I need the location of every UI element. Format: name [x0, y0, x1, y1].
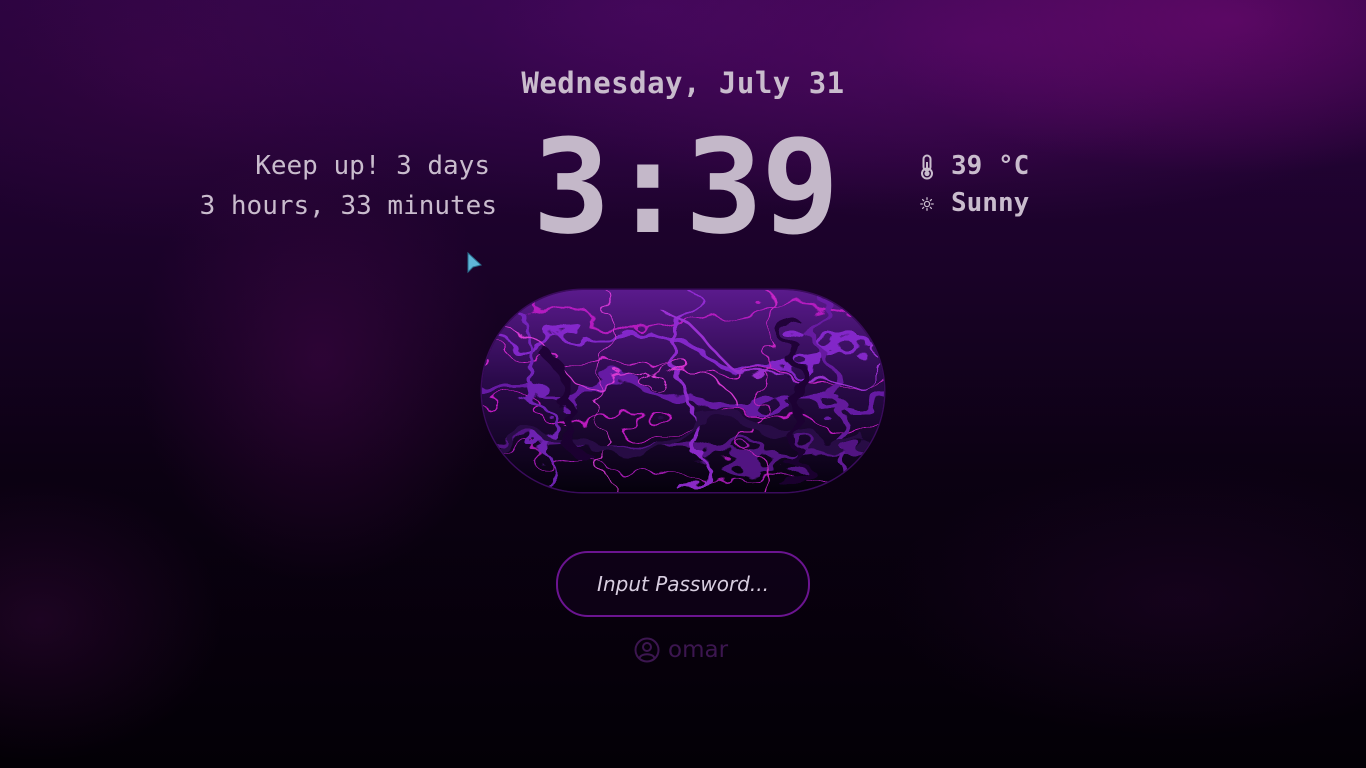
profile-art-image: [482, 290, 884, 492]
temperature-row: 39 °C: [916, 148, 1029, 185]
uptime-widget: Keep up! 3 days 3 hours, 33 minutes: [200, 146, 497, 226]
username: omar: [668, 637, 729, 663]
condition-row: Sunny: [916, 185, 1029, 222]
clock-time: 3:39: [532, 111, 839, 263]
user-label: omar: [634, 637, 728, 663]
uptime-line-1: Keep up! 3 days: [255, 151, 490, 181]
date-label: Wednesday, July 31: [521, 66, 845, 100]
password-input[interactable]: Input Password...: [556, 551, 810, 617]
user-circle-icon: [634, 637, 660, 663]
sun-icon: [916, 196, 938, 211]
weather-widget: 39 °C Sunny: [916, 148, 1029, 222]
thermometer-icon: [916, 154, 938, 180]
lock-screen: Wednesday, July 31 Keep up! 3 days 3 hou…: [0, 0, 1366, 768]
password-placeholder: Input Password...: [597, 572, 769, 596]
weather-condition: Sunny: [951, 188, 1030, 218]
uptime-line-2: 3 hours, 33 minutes: [199, 191, 497, 221]
temperature-value: 39 °C: [951, 151, 1030, 181]
mouse-cursor-icon: [466, 251, 484, 281]
